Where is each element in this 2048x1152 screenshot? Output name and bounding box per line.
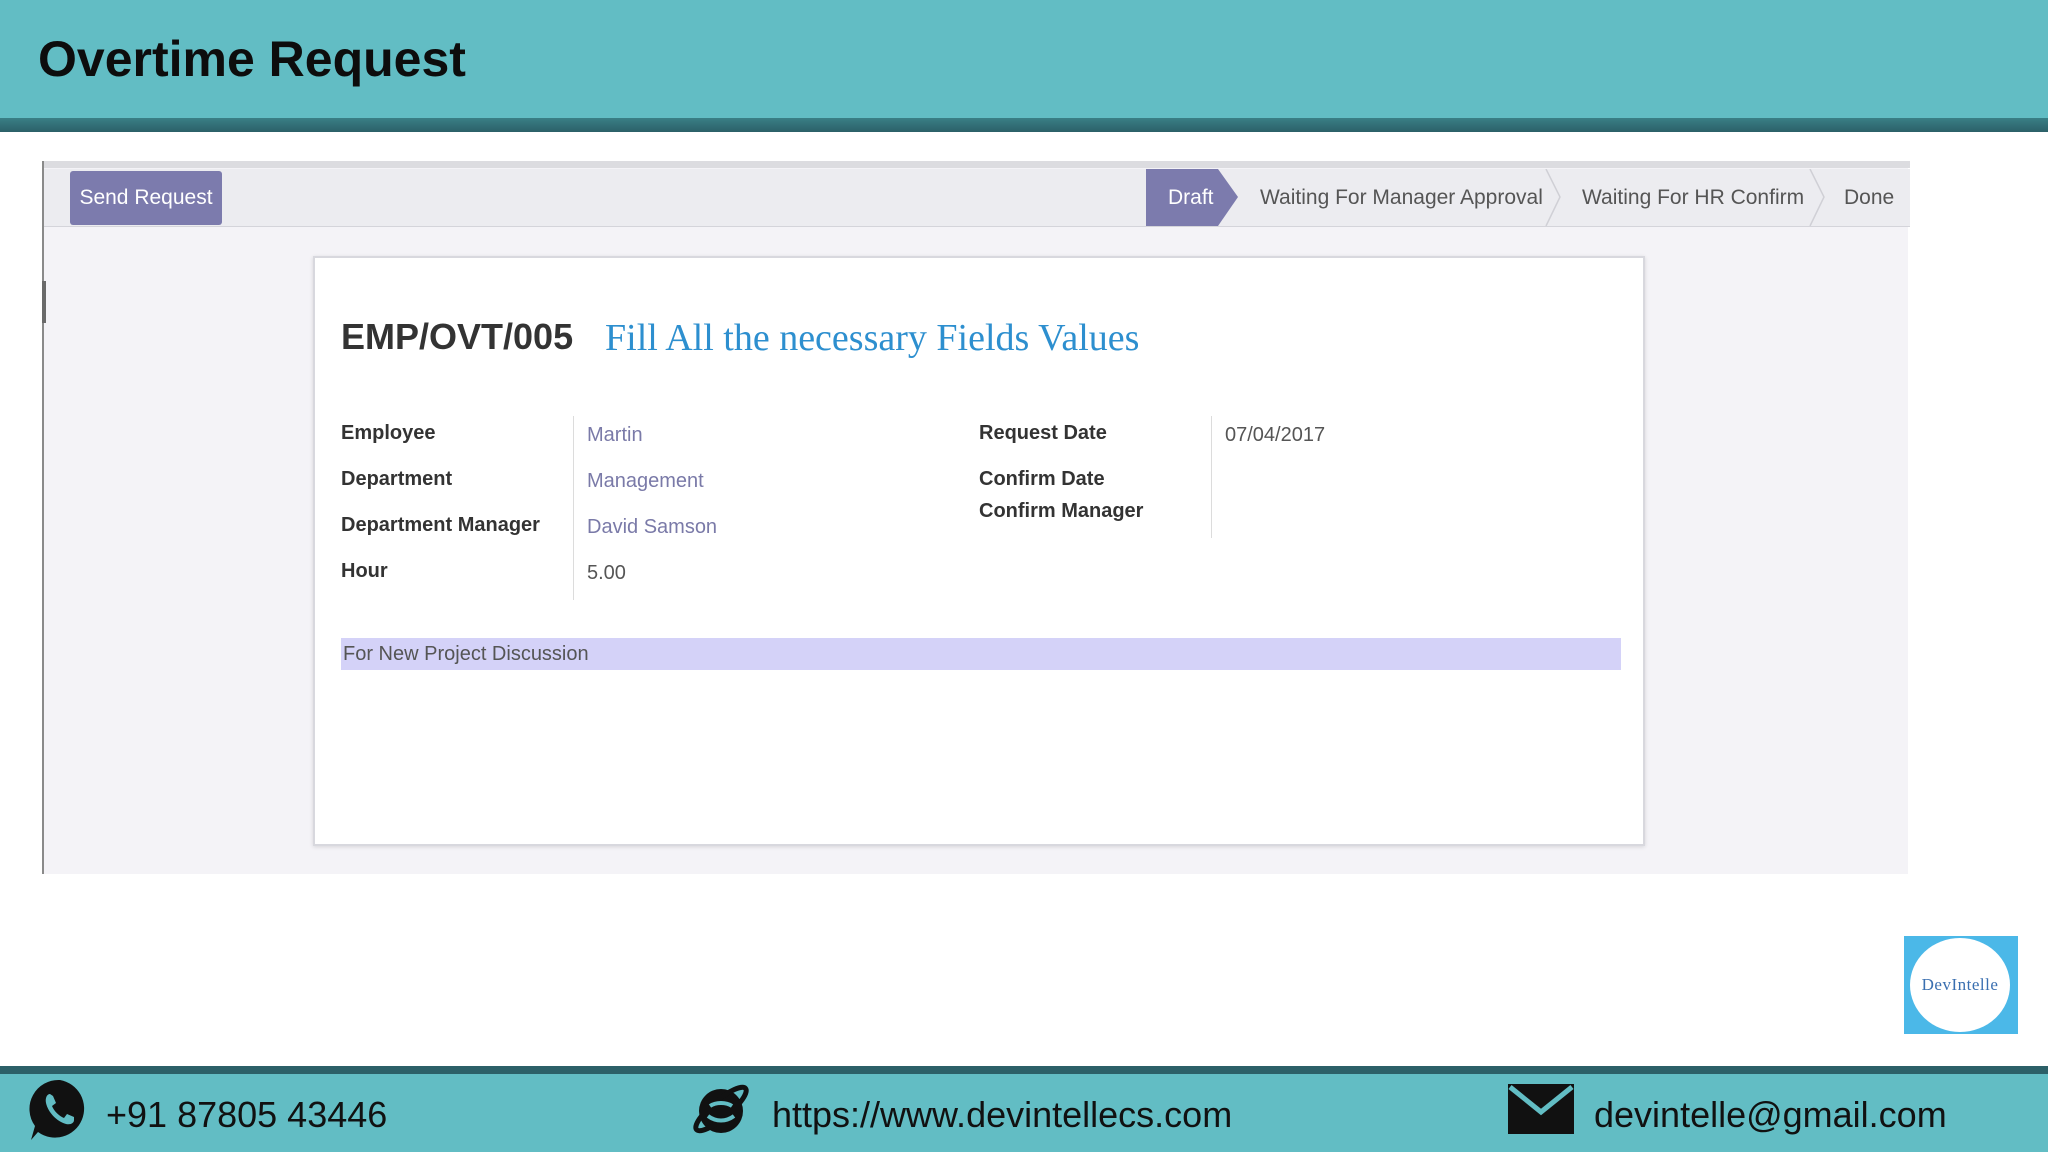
employee-label: Employee xyxy=(341,422,436,444)
department-manager-label: Department Manager xyxy=(341,514,540,536)
action-bar: Send Request Draft Waiting For Manager A… xyxy=(44,169,1910,227)
slide-footer: +91 87805 43446 https://www.devintellecs… xyxy=(0,1074,2048,1152)
header-divider xyxy=(0,118,2048,132)
employee-field[interactable]: Martin xyxy=(587,424,643,447)
phone-text[interactable]: +91 87805 43446 xyxy=(106,1094,387,1136)
screenshot-top-border xyxy=(44,161,1910,168)
status-separator-chevron xyxy=(1809,169,1825,226)
screenshot-left-marker xyxy=(42,281,46,323)
status-step-done[interactable]: Done xyxy=(1844,169,1894,226)
confirm-date-label: Confirm Date xyxy=(979,468,1105,490)
status-draft-arrow xyxy=(1218,169,1238,226)
hour-label: Hour xyxy=(341,560,388,582)
form-sheet: EMP/OVT/005 Fill All the necessary Field… xyxy=(313,256,1645,846)
record-reference: EMP/OVT/005 xyxy=(341,316,574,357)
slide-title: Overtime Request xyxy=(38,31,466,87)
logo-text: DevIntelle xyxy=(1921,975,1999,994)
description-field[interactable]: For New Project Discussion xyxy=(341,638,1621,670)
slide-header: Overtime Request xyxy=(0,0,2048,120)
whatsapp-icon xyxy=(29,1079,85,1140)
globe-icon xyxy=(693,1084,749,1134)
request-date-label: Request Date xyxy=(979,422,1107,444)
send-request-button[interactable]: Send Request xyxy=(70,171,222,225)
confirm-manager-label: Confirm Manager xyxy=(979,500,1144,522)
hour-field[interactable]: 5.00 xyxy=(587,562,626,585)
status-step-manager-approval[interactable]: Waiting For Manager Approval xyxy=(1260,169,1543,226)
devintelle-logo: DevIntelle xyxy=(1904,936,2018,1034)
department-manager-field[interactable]: David Samson xyxy=(587,516,717,539)
status-step-hr-confirm[interactable]: Waiting For HR Confirm xyxy=(1582,169,1804,226)
footer-divider xyxy=(0,1066,2048,1074)
department-field[interactable]: Management xyxy=(587,470,704,493)
request-date-field[interactable]: 07/04/2017 xyxy=(1225,424,1325,447)
email-link[interactable]: devintelle@gmail.com xyxy=(1594,1094,1947,1136)
status-step-draft[interactable]: Draft xyxy=(1146,169,1218,226)
right-group-divider xyxy=(1211,416,1212,538)
mail-icon xyxy=(1508,1084,1574,1134)
left-group-divider xyxy=(573,416,574,600)
instruction-text: Fill All the necessary Fields Values xyxy=(605,317,1140,359)
status-separator-chevron xyxy=(1545,169,1561,226)
logo-badge: DevIntelle xyxy=(1910,938,2010,1032)
website-link[interactable]: https://www.devintellecs.com xyxy=(772,1094,1232,1136)
department-label: Department xyxy=(341,468,453,490)
